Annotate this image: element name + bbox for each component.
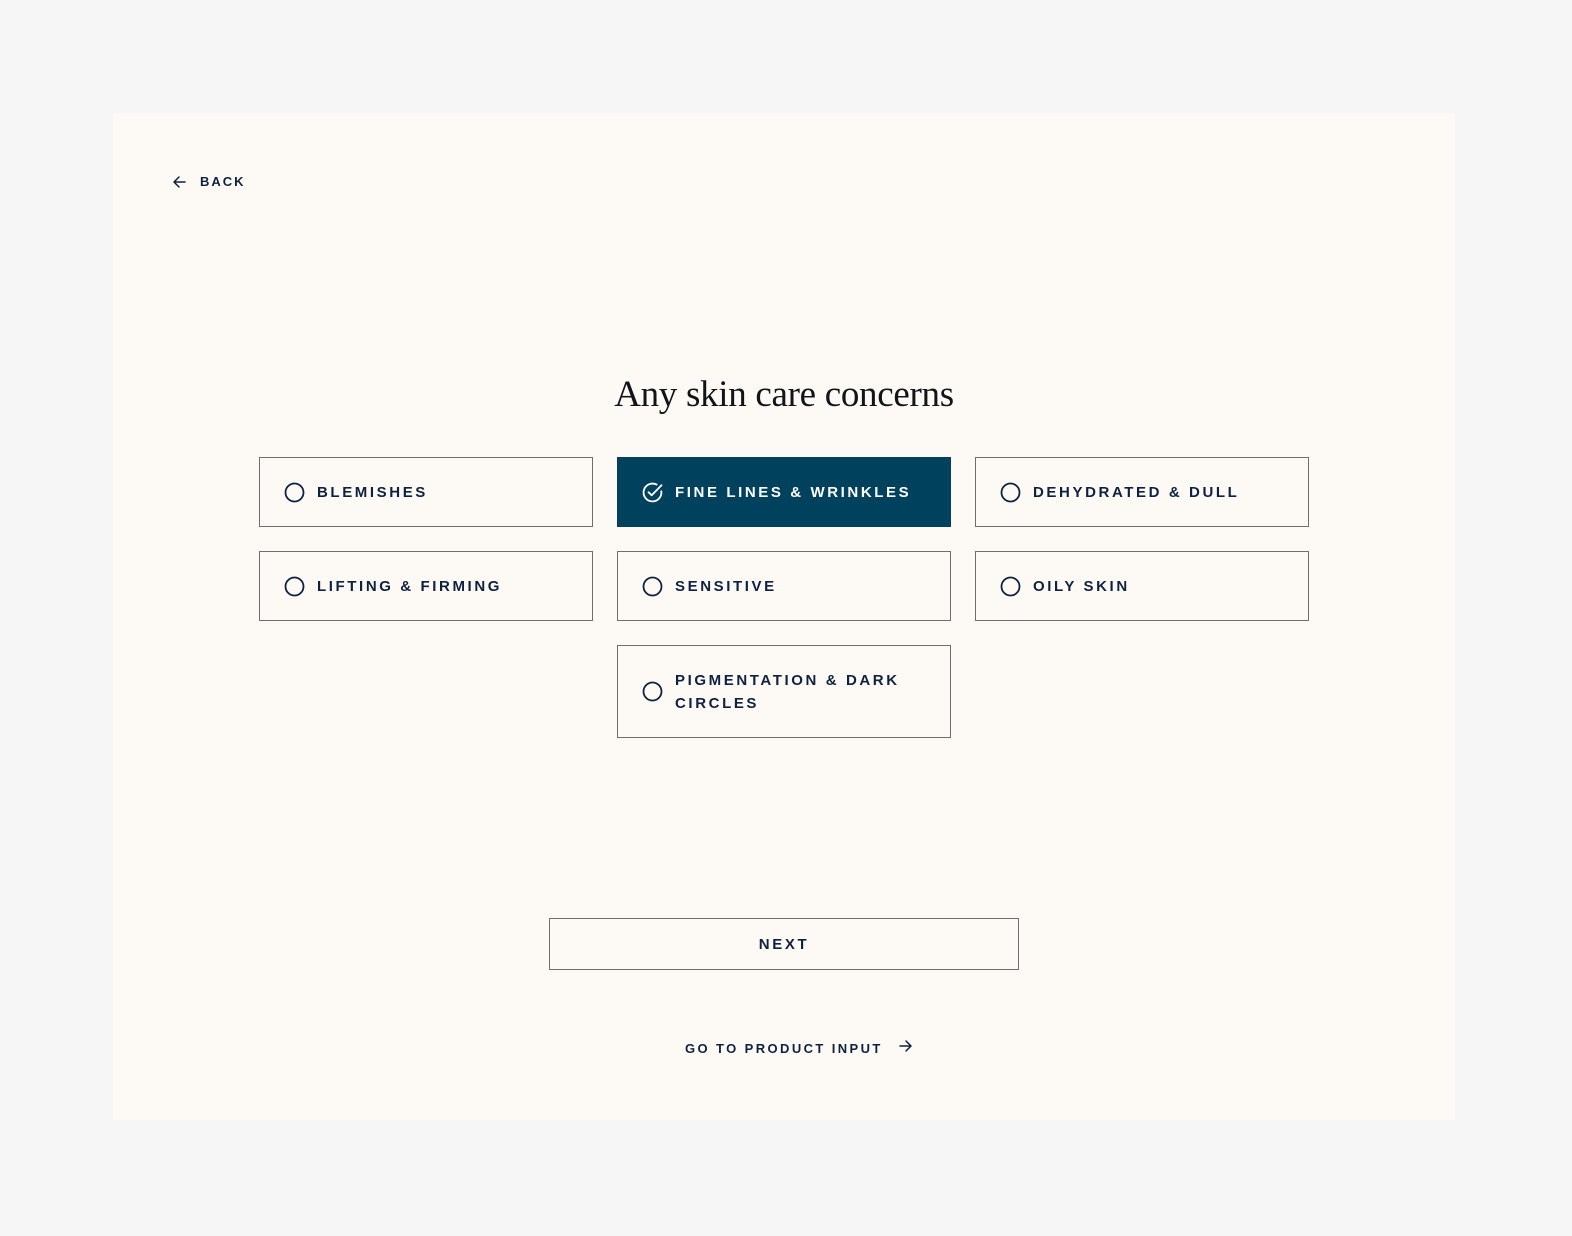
radio-empty-icon bbox=[1000, 482, 1021, 502]
arrow-right-icon bbox=[899, 1039, 913, 1058]
option-oily-skin[interactable]: OILY SKIN bbox=[975, 551, 1309, 621]
radio-empty-icon bbox=[1000, 576, 1021, 596]
radio-empty-icon bbox=[642, 576, 663, 596]
quiz-card: BACK Any skin care concerns BLEMISHES FI… bbox=[113, 113, 1455, 1120]
option-label: BLEMISHES bbox=[317, 483, 428, 501]
next-button[interactable]: NEXT bbox=[549, 918, 1019, 970]
radio-empty-icon bbox=[642, 681, 663, 702]
question-title: Any skin care concerns bbox=[614, 374, 954, 415]
option-fine-lines-wrinkles[interactable]: FINE LINES & WRINKLES bbox=[617, 457, 951, 527]
arrow-left-icon bbox=[172, 175, 186, 189]
option-label: LIFTING & FIRMING bbox=[317, 577, 503, 595]
option-lifting-firming[interactable]: LIFTING & FIRMING bbox=[259, 551, 593, 621]
product-input-label: GO TO PRODUCT INPUT bbox=[685, 1041, 883, 1056]
back-button[interactable]: BACK bbox=[172, 174, 246, 189]
option-label: PIGMENTATION & DARK CIRCLES bbox=[675, 671, 900, 712]
option-label: SENSITIVE bbox=[675, 577, 777, 595]
radio-empty-icon bbox=[284, 576, 305, 596]
option-sensitive[interactable]: SENSITIVE bbox=[617, 551, 951, 621]
option-dehydrated-dull[interactable]: DEHYDRATED & DULL bbox=[975, 457, 1309, 527]
back-label: BACK bbox=[200, 174, 246, 189]
check-circle-icon bbox=[642, 482, 663, 502]
option-blemishes[interactable]: BLEMISHES bbox=[259, 457, 593, 527]
option-label: DEHYDRATED & DULL bbox=[1033, 483, 1240, 501]
next-label: NEXT bbox=[758, 935, 810, 953]
go-to-product-input-link[interactable]: GO TO PRODUCT INPUT bbox=[685, 1039, 913, 1058]
radio-empty-icon bbox=[284, 482, 305, 502]
option-pigmentation-dark-circles[interactable]: PIGMENTATION & DARK CIRCLES bbox=[617, 645, 951, 738]
option-label: FINE LINES & WRINKLES bbox=[675, 483, 912, 501]
option-label: OILY SKIN bbox=[1033, 577, 1130, 595]
